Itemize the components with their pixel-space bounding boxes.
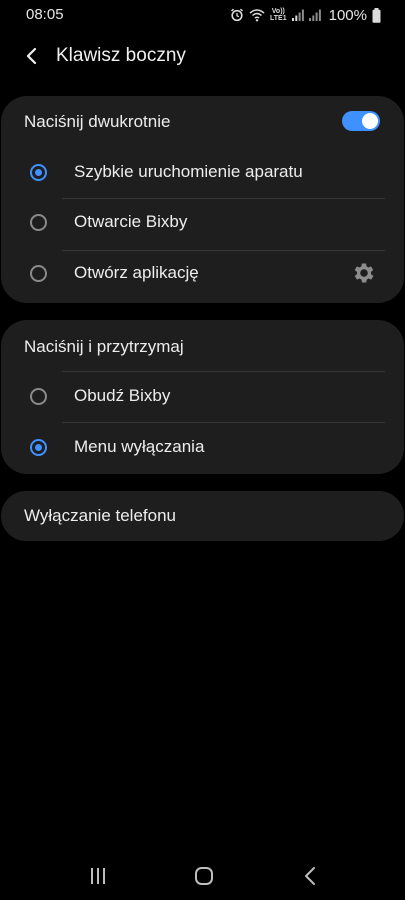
option-open-bixby[interactable]: Otwarcie Bixby <box>1 199 404 249</box>
option-wake-bixby[interactable]: Obudź Bixby <box>1 372 404 422</box>
status-icons: Vo)) LTE1 100% <box>230 5 381 25</box>
double-press-switch[interactable] <box>342 111 380 131</box>
back-button[interactable] <box>20 44 44 68</box>
option-power-menu[interactable]: Menu wyłączania <box>1 423 404 474</box>
signal-icon-sim1 <box>291 9 304 21</box>
option-open-app[interactable]: Otwórz aplikację <box>1 251 404 303</box>
press-hold-title: Naciśnij i przytrzymaj <box>24 337 184 356</box>
option-label: Otwórz aplikację <box>74 263 199 282</box>
radio-open-bixby[interactable] <box>30 214 47 231</box>
navigation-bar <box>0 850 405 900</box>
option-label: Otwarcie Bixby <box>74 212 188 231</box>
chevron-left-icon <box>26 47 37 65</box>
battery-icon <box>372 7 381 23</box>
page-title: Klawisz boczny <box>56 45 186 66</box>
wifi-calling-icon <box>249 9 265 22</box>
option-quick-camera[interactable]: Szybkie uruchomienie aparatu <box>1 148 404 198</box>
option-label: Menu wyłączania <box>74 437 205 456</box>
status-time: 08:05 <box>26 6 64 23</box>
app-header: Klawisz boczny <box>0 38 405 76</box>
power-off-card[interactable]: Wyłączanie telefonu <box>1 491 404 541</box>
switch-knob <box>362 113 378 129</box>
press-hold-card: Naciśnij i przytrzymaj Obudź Bixby Menu … <box>1 320 404 474</box>
radio-power-menu[interactable] <box>30 439 47 456</box>
alarm-icon <box>231 8 244 22</box>
radio-quick-camera[interactable] <box>30 164 47 181</box>
status-bar: 08:05 Vo)) LTE1 100% <box>0 0 405 30</box>
radio-open-app[interactable] <box>30 265 47 282</box>
recent-apps-icon[interactable] <box>88 867 108 885</box>
option-label: Szybkie uruchomienie aparatu <box>74 162 303 181</box>
double-press-toggle-row[interactable]: Naciśnij dwukrotnie <box>1 96 404 148</box>
back-icon[interactable] <box>300 865 320 887</box>
battery-percent: 100% <box>328 6 367 24</box>
option-label: Obudź Bixby <box>74 386 171 405</box>
radio-wake-bixby[interactable] <box>30 388 47 405</box>
press-hold-header: Naciśnij i przytrzymaj <box>1 320 404 371</box>
power-off-label: Wyłączanie telefonu <box>24 506 176 525</box>
double-press-title: Naciśnij dwukrotnie <box>24 112 171 131</box>
volte-line-1: Vo)) <box>271 8 285 15</box>
volte-indicator: Vo)) LTE1 <box>270 8 287 22</box>
volte-line-2: LTE1 <box>270 15 287 22</box>
home-icon[interactable] <box>193 865 215 887</box>
double-press-card: Naciśnij dwukrotnie Szybkie uruchomienie… <box>1 96 404 303</box>
signal-icon-sim2 <box>308 9 321 21</box>
gear-icon[interactable] <box>351 260 377 286</box>
